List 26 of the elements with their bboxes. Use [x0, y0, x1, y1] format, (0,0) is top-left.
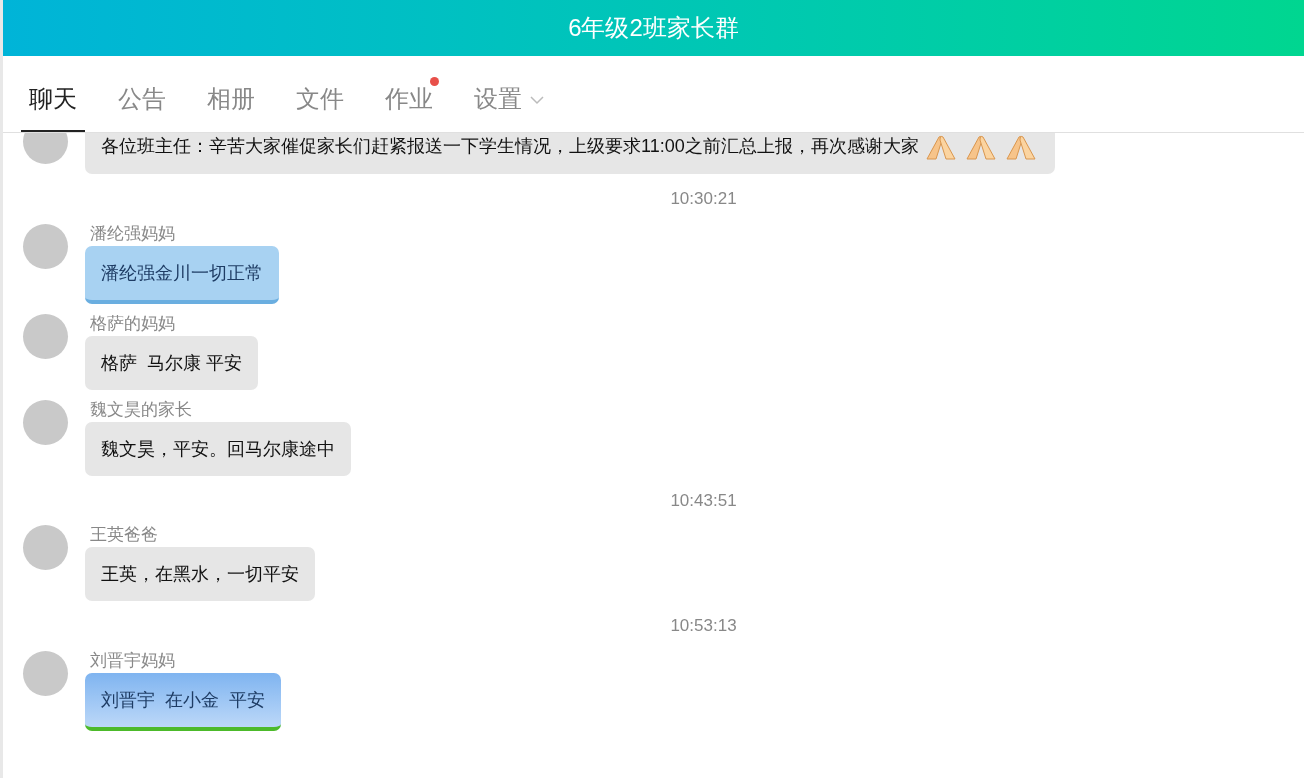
- message-text: 潘纶强金川一切正常: [101, 262, 263, 283]
- tab[interactable]: 文件: [288, 75, 352, 132]
- message-text: 魏文昊，平安。回马尔康途中: [101, 438, 335, 459]
- sender-name: 刘晋宇妈妈: [90, 650, 175, 671]
- tab[interactable]: 公告: [110, 75, 174, 132]
- message-text: 格萨 马尔康 平安: [101, 352, 242, 373]
- message-text: 各位班主任：辛苦大家催促家长们赶紧报送一下学生情况，上级要求11:00之前汇总上报，再次感谢大家: [101, 136, 919, 156]
- avatar: [23, 399, 68, 445]
- sender-name: 格萨的妈妈: [90, 313, 175, 334]
- message-text: 王英，在黑水，一切平安: [101, 564, 299, 585]
- tab[interactable]: 设置: [466, 75, 552, 132]
- group-title: 6年级2班家长群: [568, 13, 739, 43]
- tab[interactable]: 相册: [199, 75, 263, 132]
- avatar: [23, 313, 68, 359]
- avatar: [23, 223, 68, 269]
- tab[interactable]: 作业: [377, 75, 441, 132]
- timestamp: 10:43:51: [670, 489, 737, 512]
- timestamp: 10:53:13: [670, 615, 737, 638]
- sender-name: 潘纶强妈妈: [90, 223, 175, 244]
- sender-name: 王英爸爸: [90, 525, 158, 546]
- avatar: [23, 650, 68, 696]
- avatar: [23, 525, 68, 571]
- chevron-down-icon: [530, 95, 544, 105]
- sender-name: 魏文昊的家长: [90, 399, 192, 420]
- message-text: 刘晋宇 在小金 平安: [101, 689, 265, 710]
- timestamp: 10:30:21: [670, 188, 737, 211]
